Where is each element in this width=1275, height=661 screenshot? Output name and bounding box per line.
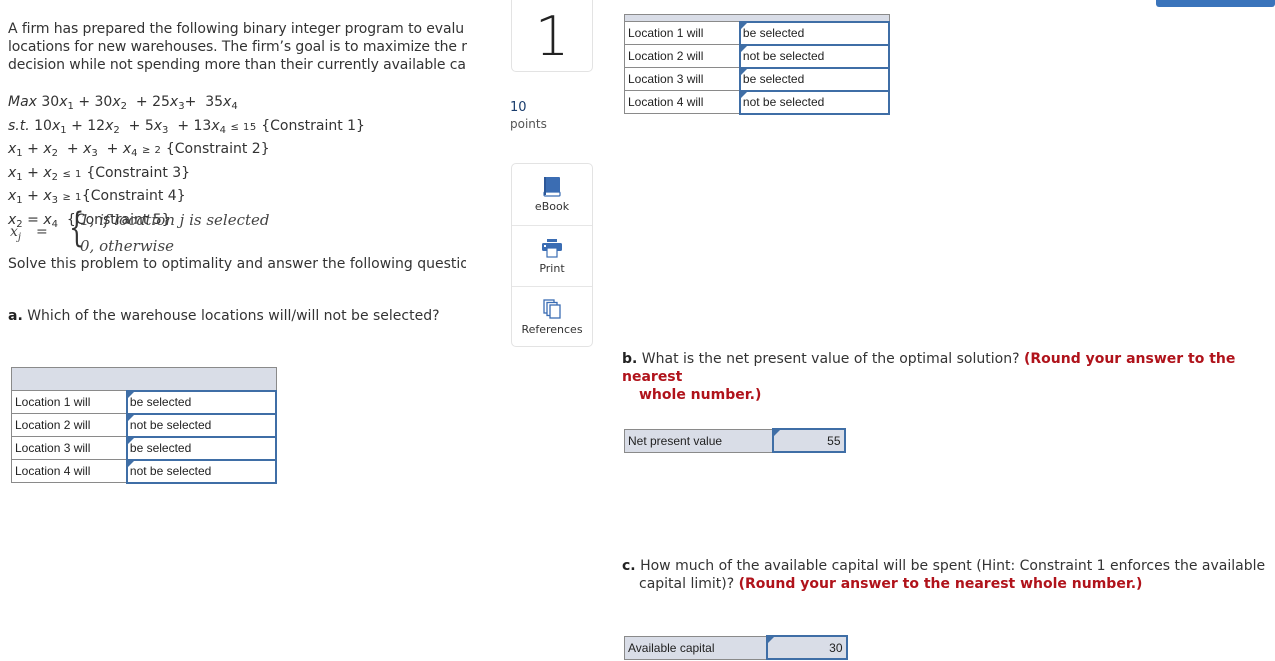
location-selection-table-top: Location 1 will be selected Location 2 w… — [623, 14, 891, 115]
location-selection-table: Location 1 will be selected Location 2 w… — [10, 367, 278, 484]
st-prefix: s.t. — [8, 117, 30, 134]
print-button[interactable]: Print — [512, 225, 592, 286]
table-row: Location 1 will be selected — [623, 20, 891, 46]
constraint-2: x1 + x2 + x3 + x4 ≥ 2 {Constraint 2} — [8, 141, 270, 159]
question-c-hint: (Round your answer to the nearest whole … — [738, 576, 1143, 592]
points-label: points — [510, 117, 547, 131]
constraint-label: {Constraint 4} — [81, 188, 186, 204]
capital-label: Available capital — [624, 635, 767, 660]
references-button[interactable]: References — [512, 286, 592, 347]
row-label: Location 1 will — [623, 21, 741, 45]
side-tools-panel: eBook Print References — [511, 163, 593, 347]
points-value: 10 — [510, 100, 527, 115]
printer-icon — [542, 239, 562, 258]
case-otherwise: 0, otherwise — [80, 237, 175, 255]
tool-label: References — [521, 323, 583, 336]
table-row: Location 3 will be selected — [623, 66, 891, 92]
row-label: Location 4 will — [10, 459, 128, 483]
question-b-hint-cont: whole number.) — [639, 387, 762, 403]
question-c: c. How much of the available capital wil… — [622, 557, 1270, 593]
table-header-row — [624, 14, 890, 22]
constraint-4: x1 + x3 ≥ 1{Constraint 4} — [8, 188, 186, 206]
selection-dropdown[interactable]: be selected — [125, 389, 278, 415]
selection-dropdown[interactable]: not be selected — [738, 43, 891, 69]
row-label: Location 3 will — [10, 436, 128, 460]
problem-intro: A firm has prepared the following binary… — [8, 20, 470, 74]
intro-line: locations for new warehouses. The firm’s… — [8, 39, 467, 55]
intro-line: decision while not spending more than th… — [8, 57, 466, 73]
constraint-label: {Constraint 3} — [86, 164, 191, 181]
constraint-label: {Constraint 1} — [261, 117, 365, 134]
capital-answer-row: Available capital 30 — [624, 635, 848, 660]
table-header-row — [11, 367, 277, 391]
table-row: Location 4 will not be selected — [623, 89, 891, 115]
row-label: Location 1 will — [10, 390, 128, 414]
selection-dropdown[interactable]: be selected — [125, 435, 278, 461]
equals-sign: = — [36, 224, 48, 240]
question-c-prefix: c. — [622, 558, 636, 574]
question-a: a. Which of the warehouse locations will… — [8, 308, 440, 324]
case-selected: 1, if location j is selected — [80, 211, 270, 229]
table-row: Location 3 will be selected — [10, 435, 278, 461]
question-b: b. What is the net present value of the … — [622, 350, 1270, 404]
tool-label: eBook — [534, 200, 570, 213]
question-number-card: 1 — [511, 0, 593, 72]
question-a-prefix: a. — [8, 308, 23, 324]
question-b-text: What is the net present value of the opt… — [641, 351, 1020, 367]
selection-dropdown[interactable]: be selected — [738, 66, 891, 92]
table-row: Location 1 will be selected — [10, 389, 278, 415]
constraint-1: s.t. 10x1 + 12x2 + 5x3 + 13x4 ≤ 15 {Cons… — [8, 117, 365, 136]
npv-input[interactable]: 55 — [771, 428, 846, 453]
objective-prefix: Max — [8, 94, 37, 110]
table-row: Location 2 will not be selected — [10, 412, 278, 438]
top-action-button[interactable] — [1156, 0, 1275, 7]
selection-dropdown[interactable]: not be selected — [125, 412, 278, 438]
npv-answer-row: Net present value 55 — [624, 428, 846, 453]
question-b-prefix: b. — [622, 351, 638, 367]
question-c-text: How much of the available capital will b… — [640, 558, 1266, 574]
row-label: Location 4 will — [623, 90, 741, 114]
row-label: Location 2 will — [10, 413, 128, 437]
capital-input[interactable]: 30 — [765, 635, 848, 660]
book-icon — [543, 177, 561, 197]
intro-line: A firm has prepared the following binary… — [8, 21, 465, 37]
npv-label: Net present value — [624, 428, 773, 453]
ebook-button[interactable]: eBook — [512, 164, 592, 225]
selection-dropdown[interactable]: not be selected — [125, 458, 278, 484]
row-label: Location 2 will — [623, 44, 741, 68]
references-icon — [543, 299, 561, 319]
constraint-label: {Constraint 2} — [165, 141, 270, 157]
table-row: Location 2 will not be selected — [623, 43, 891, 69]
question-number: 1 — [534, 4, 570, 68]
selection-dropdown[interactable]: be selected — [738, 20, 891, 46]
selection-dropdown[interactable]: not be selected — [738, 89, 891, 115]
constraint-3: x1 + x2 ≤ 1 {Constraint 3} — [8, 164, 191, 183]
tool-label: Print — [539, 262, 565, 275]
table-row: Location 4 will not be selected — [10, 458, 278, 484]
row-label: Location 3 will — [623, 67, 741, 91]
question-c-text-cont: capital limit)? — [639, 576, 735, 592]
solve-instruction: Solve this problem to optimality and ans… — [8, 256, 466, 272]
question-a-text: Which of the warehouse locations will/wi… — [27, 308, 440, 324]
variable-xj: xj — [10, 224, 22, 243]
objective-function: Max 30x1 + 30x2 + 25x3+ 35x4 — [8, 94, 238, 112]
